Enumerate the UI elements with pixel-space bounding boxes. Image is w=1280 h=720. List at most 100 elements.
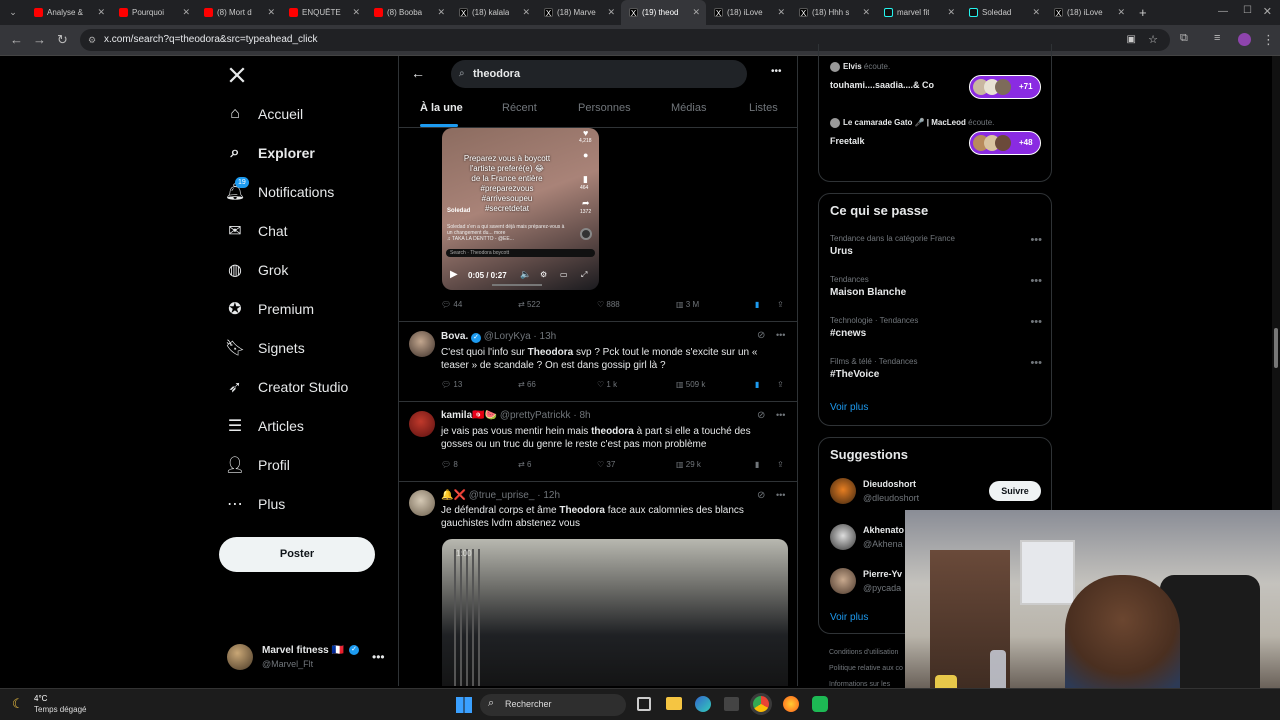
browser-tab[interactable]: (8) Mort d ✕: [196, 0, 281, 25]
sidebar-item-accueil[interactable]: ⌂ Accueil: [226, 105, 303, 123]
views-button[interactable]: ▥ 509 k: [676, 380, 705, 389]
tweet-more-icon[interactable]: •••: [776, 410, 785, 420]
browser-tab[interactable]: X (18) iLove ✕: [706, 0, 791, 25]
volume-icon[interactable]: 🔈: [520, 269, 531, 280]
media-control-icon[interactable]: ≡: [1214, 32, 1220, 44]
tweet-more-icon[interactable]: •••: [776, 330, 785, 340]
site-info-icon[interactable]: ⚙: [88, 29, 96, 51]
task-view-icon[interactable]: [637, 697, 651, 711]
share-icon[interactable]: ⇪: [777, 460, 784, 469]
trend-more-icon[interactable]: •••: [1030, 234, 1042, 246]
store-icon[interactable]: [724, 697, 739, 711]
footer-link[interactable]: Politique relative aux co: [829, 665, 903, 672]
sidebar-item-creator-studio[interactable]: ➶ Creator Studio: [226, 378, 348, 396]
firefox-icon[interactable]: [783, 696, 799, 712]
trends-show-more-link[interactable]: Voir plus: [830, 402, 868, 413]
share-icon[interactable]: ⇪: [777, 380, 784, 389]
share-icon[interactable]: ⇪: [777, 300, 784, 309]
tiktok-video-player[interactable]: Preparez vous à boycott l'artiste prefer…: [442, 128, 599, 290]
browser-tab[interactable]: ENQUÊTE ✕: [281, 0, 366, 25]
space-listeners-pill[interactable]: +71: [969, 75, 1041, 99]
bookmark-star-icon[interactable]: ☆: [1148, 29, 1158, 51]
tweet-avatar[interactable]: [409, 411, 435, 437]
sidebar-item-explorer[interactable]: ⌕ Explorer: [226, 144, 315, 162]
tab-people[interactable]: Personnes: [578, 102, 631, 114]
footer-link[interactable]: Informations sur les: [829, 681, 890, 688]
bookmark-icon[interactable]: ▮: [755, 460, 759, 469]
search-input[interactable]: ⌕ theodora: [451, 60, 747, 88]
tab-close-icon[interactable]: ✕: [777, 7, 785, 18]
tweet-card[interactable]: Bova. ✓ @LoryKya · 13h ⊘ ••• C'est quoi …: [399, 322, 797, 402]
sidebar-item-plus[interactable]: ⋯ Plus: [226, 495, 285, 513]
sidebar-item-profil[interactable]: 👤︎ Profil: [225, 456, 290, 474]
tweet-handle[interactable]: @prettyPatrickk: [500, 410, 571, 421]
browser-tab[interactable]: Pourquoi ✕: [111, 0, 196, 25]
reply-button[interactable]: 💬︎ 44: [441, 300, 462, 309]
tweet-author-name[interactable]: 🔔❌: [441, 490, 466, 501]
repost-button[interactable]: ⇄ 522: [518, 300, 540, 309]
browser-tab[interactable]: Soledad ✕: [961, 0, 1046, 25]
tweet-author-name[interactable]: Bova.: [441, 331, 468, 342]
browser-tab[interactable]: X (18) Marve ✕: [536, 0, 621, 25]
taskbar-search[interactable]: ⌕ Rechercher: [480, 694, 626, 716]
windows-start-icon[interactable]: [456, 697, 472, 713]
tab-close-icon[interactable]: ✕: [522, 7, 530, 18]
fullscreen-icon[interactable]: ⤢: [581, 270, 587, 280]
post-button[interactable]: Poster: [219, 537, 375, 572]
browser-tab[interactable]: (8) Booba ✕: [366, 0, 451, 25]
browser-tab[interactable]: marvel fit ✕: [876, 0, 961, 25]
tab-latest[interactable]: Récent: [502, 102, 537, 114]
reply-button[interactable]: 💬︎ 13: [441, 380, 462, 389]
tab-close-icon[interactable]: ✕: [692, 7, 700, 18]
tweet-avatar[interactable]: [409, 331, 435, 357]
grok-explain-icon[interactable]: ⊘: [757, 410, 765, 421]
trend-item[interactable]: Tendances Maison Blanche •••: [830, 275, 1042, 311]
tab-close-icon[interactable]: ✕: [947, 7, 955, 18]
tab-close-icon[interactable]: ✕: [97, 7, 105, 18]
tab-close-icon[interactable]: ✕: [607, 7, 615, 18]
video-progress-track[interactable]: [492, 284, 542, 286]
back-arrow-icon[interactable]: ←: [10, 32, 23, 47]
tweet-card[interactable]: 🔔❌ @true_uprise_ · 12h ⊘ ••• Je défendra…: [399, 482, 797, 686]
repost-button[interactable]: ⇄ 66: [518, 380, 536, 389]
window-minimize-icon[interactable]: —: [1218, 6, 1228, 17]
tab-close-icon[interactable]: ✕: [862, 7, 870, 18]
bookmark-icon[interactable]: ▮: [755, 300, 759, 309]
tweet-handle[interactable]: @LoryKya: [484, 331, 531, 342]
sidebar-item-premium[interactable]: ✪ Premium: [226, 300, 314, 318]
tab-close-icon[interactable]: ✕: [182, 7, 190, 18]
tab-close-icon[interactable]: ✕: [437, 7, 445, 18]
tab-close-icon[interactable]: ✕: [352, 7, 360, 18]
tweet-more-icon[interactable]: •••: [776, 490, 785, 500]
tweet-card[interactable]: kamila🇹🇳🍉 @prettyPatrickk · 8h ⊘ ••• je …: [399, 402, 797, 482]
tweet-handle[interactable]: @true_uprise_: [469, 490, 535, 501]
trend-more-icon[interactable]: •••: [1030, 275, 1042, 287]
suggestion-item[interactable]: Dieudoshort @dleudoshort Suivre: [830, 476, 1042, 510]
sidebar-item-signets[interactable]: 🔖︎ Signets: [225, 339, 305, 357]
spotify-icon[interactable]: [812, 696, 828, 712]
views-button[interactable]: ▥ 29 k: [676, 460, 701, 469]
sidebar-item-notifications[interactable]: 🔔︎ 19 Notifications: [225, 177, 334, 201]
footer-link[interactable]: Conditions d'utilisation: [829, 649, 898, 656]
tweet-video[interactable]: 1:00: [442, 539, 788, 686]
trend-item[interactable]: Tendance dans la catégorie France Urus •••: [830, 234, 1042, 270]
grok-explain-icon[interactable]: ⊘: [757, 490, 765, 501]
back-arrow-icon[interactable]: ←: [411, 65, 425, 81]
browser-tab[interactable]: Analyse & ✕: [26, 0, 111, 25]
space-item[interactable]: Elvis écoute. touhami....saadia....& Co …: [830, 60, 1042, 110]
file-explorer-icon[interactable]: [666, 697, 682, 710]
tweet-time[interactable]: · 13h: [533, 331, 556, 342]
account-more-icon[interactable]: •••: [372, 650, 385, 664]
browser-tab[interactable]: X (18) Hhh s ✕: [791, 0, 876, 25]
browser-tab[interactable]: X (18) kalala ✕: [451, 0, 536, 25]
trend-item[interactable]: Films & télé · Tendances #TheVoice •••: [830, 357, 1042, 393]
like-button[interactable]: ♡ 1 k: [597, 380, 617, 389]
browser-tab[interactable]: X (18) iLove ✕: [1046, 0, 1131, 25]
tab-top[interactable]: À la une: [420, 102, 463, 114]
sidebar-item-articles[interactable]: ☰ Articles: [226, 417, 304, 435]
edge-icon[interactable]: [695, 696, 711, 712]
space-listeners-pill[interactable]: +48: [969, 131, 1041, 155]
like-button[interactable]: ♡ 888: [597, 300, 620, 309]
reload-icon[interactable]: ↻: [57, 32, 68, 48]
trend-item[interactable]: Technologie · Tendances #cnews •••: [830, 316, 1042, 352]
